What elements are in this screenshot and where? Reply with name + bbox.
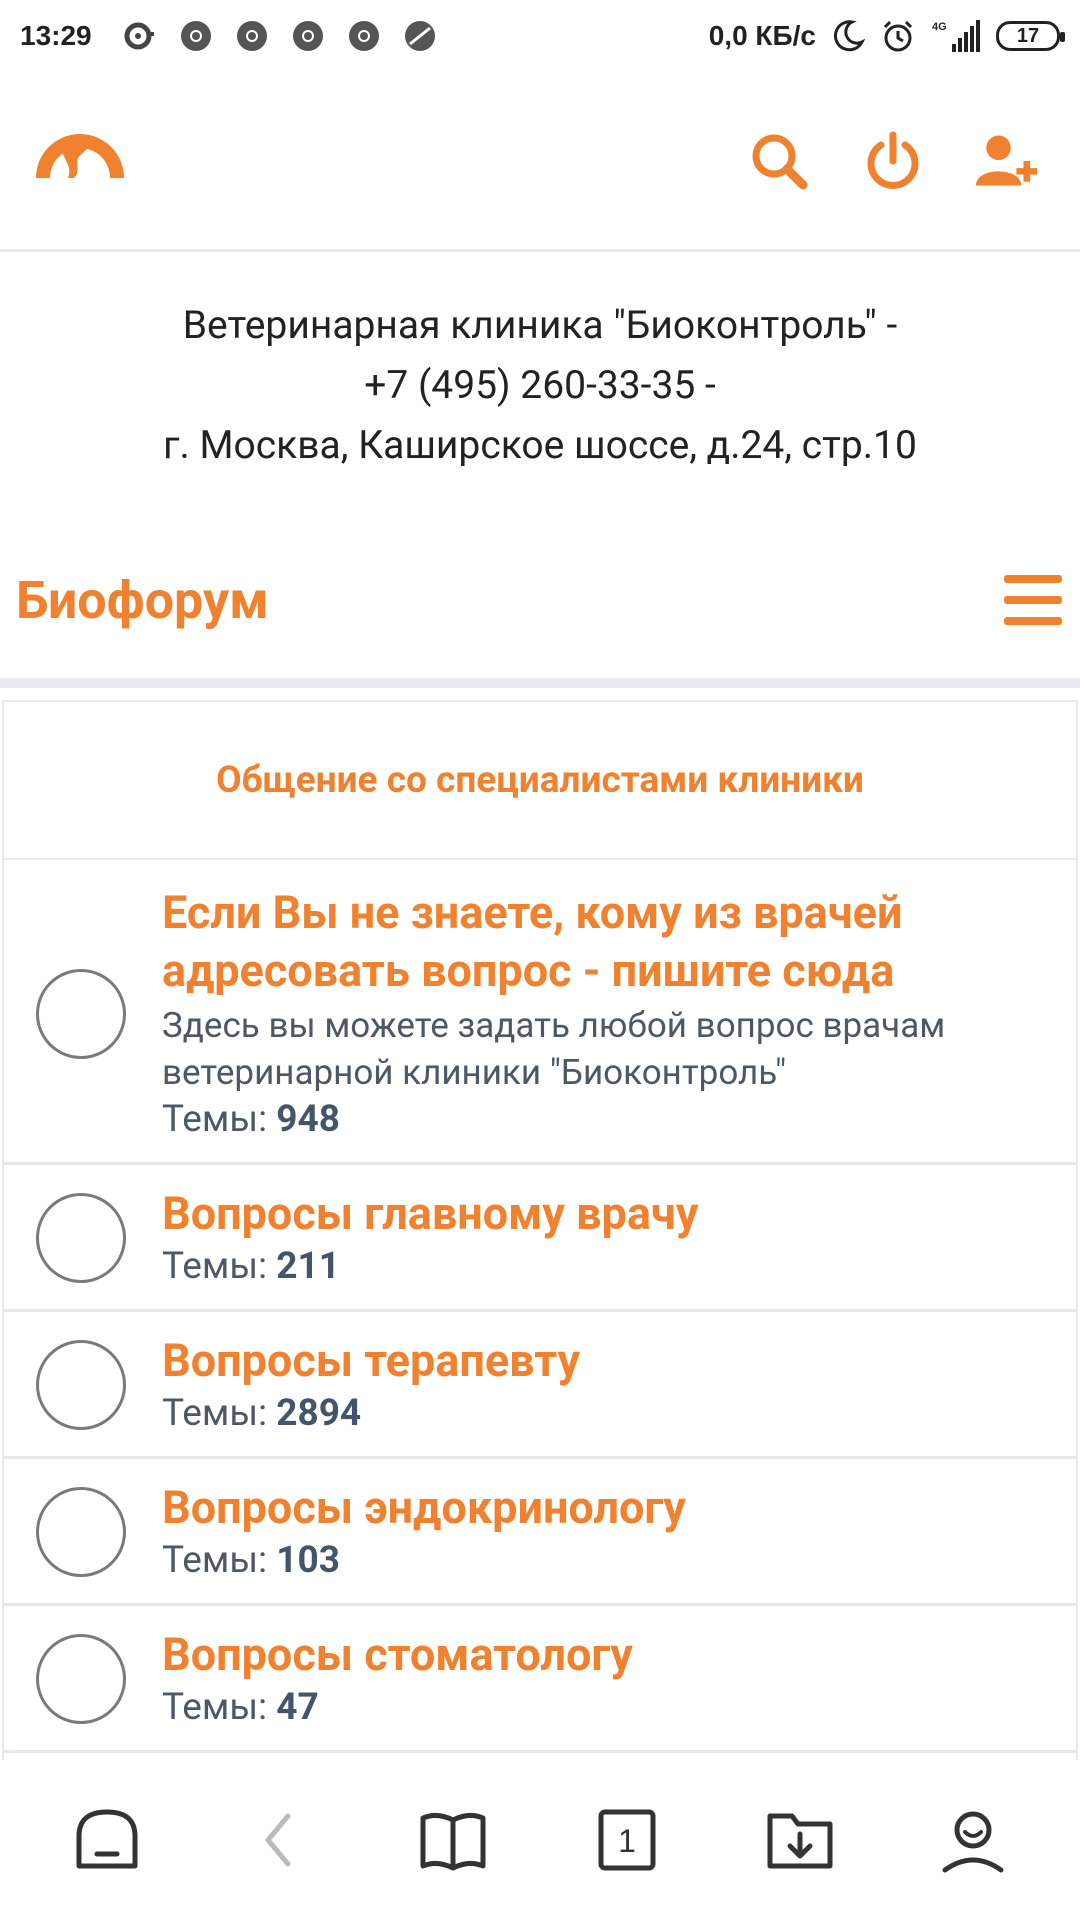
back-icon: [265, 1813, 291, 1867]
browser-icon: [404, 21, 435, 51]
forum-link[interactable]: Если Вы не знаете, кому из врачей адресо…: [162, 884, 1056, 1000]
tabs-button[interactable]: 1: [587, 1800, 667, 1880]
chrome-icon: [292, 21, 323, 51]
profile-button[interactable]: [933, 1800, 1013, 1880]
back-button[interactable]: [240, 1800, 320, 1880]
topic-count: 103: [276, 1539, 340, 1582]
register-button[interactable]: [974, 128, 1040, 194]
forum-category-block: Общение со специалистами клиники Если Вы…: [2, 700, 1078, 1760]
category-header: Общение со специалистами клиники: [4, 702, 1076, 860]
menu-button[interactable]: [1004, 575, 1062, 625]
search-icon: [752, 134, 808, 189]
topic-count: 211: [276, 1245, 340, 1288]
forum-status-icon: [36, 1487, 126, 1577]
forum-row[interactable]: Если Вы не знаете, кому из врачей адресо…: [4, 860, 1076, 1165]
sync-icon: [124, 22, 154, 50]
forum-status-icon: [36, 1634, 126, 1724]
browser-bottom-nav: 1: [0, 1760, 1080, 1920]
divider: [0, 678, 1080, 688]
header-actions: [746, 128, 1040, 194]
chrome-icon: [236, 21, 267, 51]
power-icon: [867, 131, 919, 189]
status-right: 0,0 КБ/с 4G 17: [708, 18, 1065, 54]
clinic-info: Ветеринарная клиника "Биоконтроль" - +7 …: [0, 295, 1080, 475]
downloads-icon: [767, 1813, 833, 1869]
topic-count: 948: [276, 1098, 340, 1141]
forum-stats: Темы: 103: [162, 1539, 340, 1582]
forum-row[interactable]: Вопросы эндокринологу Темы: 103: [4, 1459, 1076, 1606]
bookmarks-button[interactable]: [413, 1800, 493, 1880]
topic-count: 2894: [276, 1392, 362, 1435]
forum-row-body: Вопросы стоматологу Темы: 47: [162, 1626, 1056, 1732]
battery-indicator: 17: [996, 21, 1065, 51]
forum-stats: Темы: 2894: [162, 1392, 362, 1435]
notification-icons: [122, 18, 438, 54]
battery-level: 17: [1016, 24, 1040, 47]
net-speed: 0,0 КБ/с: [708, 20, 816, 51]
forum-row-body: Вопросы терапевту Темы: 2894: [162, 1332, 1056, 1438]
moon-icon: [833, 20, 866, 52]
search-button[interactable]: [746, 128, 812, 194]
topic-count: 47: [276, 1686, 319, 1729]
forum-link[interactable]: Вопросы стоматологу: [162, 1626, 1056, 1684]
forum-row-body: Вопросы главному врачу Темы: 211: [162, 1185, 1056, 1291]
forum-row[interactable]: Вопросы терапевту Темы: 2894: [4, 1312, 1076, 1459]
hamburger-icon: [1004, 575, 1062, 583]
forum-navbar: Биофорум: [0, 540, 1080, 660]
forum-status-icon: [36, 1193, 126, 1283]
tabs-icon: 1: [598, 1809, 656, 1871]
home-icon: [76, 1809, 138, 1869]
login-button[interactable]: [860, 128, 926, 194]
bookmarks-icon: [420, 1812, 486, 1871]
forum-status-icon: [36, 1340, 126, 1430]
forum-row-body: Вопросы эндокринологу Темы: 103: [162, 1479, 1056, 1585]
forum-link[interactable]: Вопросы эндокринологу: [162, 1479, 1056, 1537]
clinic-phone[interactable]: +7 (495) 260-33-35 -: [0, 355, 1080, 415]
home-button[interactable]: [67, 1800, 147, 1880]
forum-link[interactable]: Вопросы терапевту: [162, 1332, 1056, 1390]
status-left: 13:29: [20, 18, 438, 54]
add-user-icon: [975, 135, 1038, 186]
network-type: 4G: [932, 21, 947, 33]
category-title[interactable]: Общение со специалистами клиники: [216, 759, 864, 802]
forum-link[interactable]: Вопросы главному врачу: [162, 1185, 1056, 1243]
profile-icon: [942, 1811, 1004, 1873]
site-header: [0, 72, 1080, 252]
forum-title[interactable]: Биофорум: [16, 570, 269, 631]
forum-stats: Темы: 47: [162, 1686, 319, 1729]
chrome-icon: [348, 21, 379, 51]
clinic-name: Ветеринарная клиника "Биоконтроль" -: [182, 302, 898, 348]
downloads-button[interactable]: [760, 1800, 840, 1880]
clinic-address: г. Москва, Каширское шоссе, д.24, стр.10: [163, 422, 917, 468]
tabs-count: 1: [618, 1823, 636, 1859]
alarm-icon: [883, 20, 913, 52]
forum-stats: Темы: 948: [162, 1098, 340, 1141]
forum-row[interactable]: Вопросы главному врачу Темы: 211: [4, 1165, 1076, 1312]
forum-description: Здесь вы можете задать любой вопрос врач…: [162, 1005, 946, 1093]
signal-icon: 4G: [932, 20, 980, 52]
chrome-icon: [180, 21, 211, 51]
forum-row-body: Если Вы не знаете, кому из врачей адресо…: [162, 884, 1056, 1144]
logo-icon[interactable]: [30, 106, 130, 216]
forum-status-icon: [36, 969, 126, 1059]
forum-stats: Темы: 211: [162, 1245, 340, 1288]
forum-row[interactable]: Вопросы стоматологу Темы: 47: [4, 1606, 1076, 1753]
status-time: 13:29: [20, 20, 92, 51]
status-bar: 13:29 0,0 КБ/с 4G 17: [0, 0, 1080, 72]
